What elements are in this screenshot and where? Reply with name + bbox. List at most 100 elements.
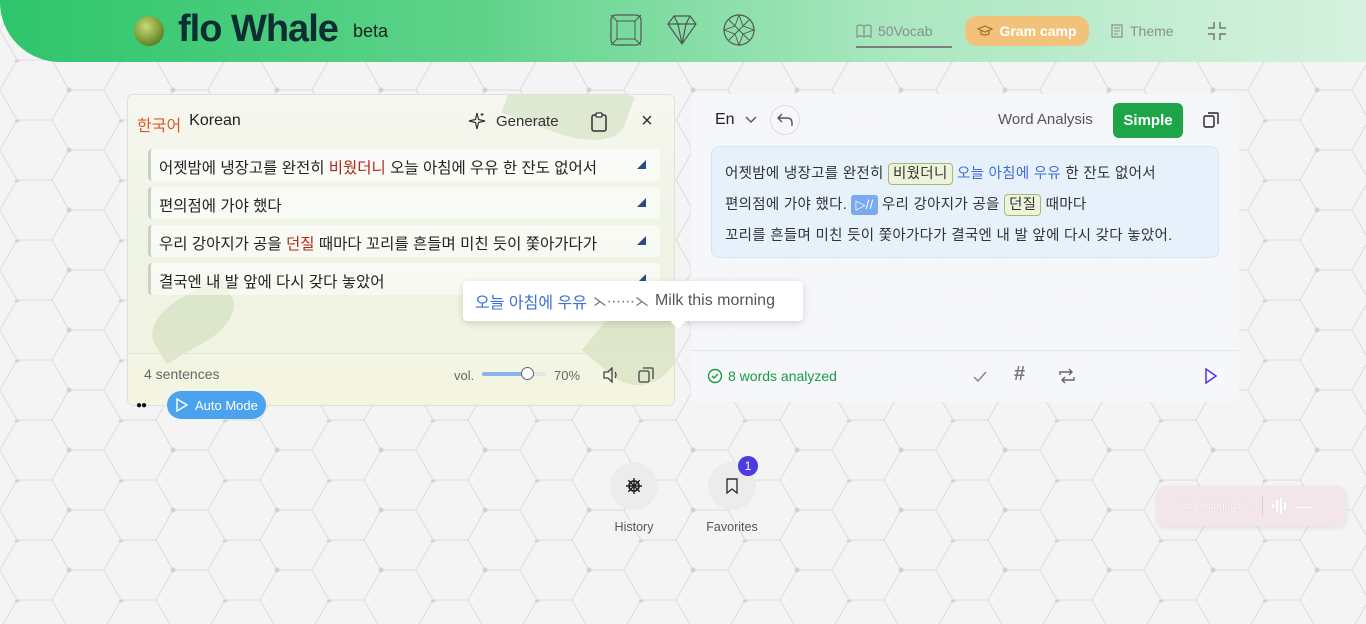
sentence-text: 결국엔 내 발 앞에 다시 갖다 놓았어	[159, 274, 385, 291]
auto-mode-button[interactable]: Auto Mode	[167, 391, 266, 419]
analysis-text: 어젯밤에 냉장고를 완전히 비웠더니 오늘 아침에 우유 한 잔도 없어서 편의…	[711, 146, 1219, 258]
source-panel: 한국어 Korean Generate × 어젯밤에 냉장고를 완전히 비웠더니…	[127, 94, 675, 406]
code-recognizer-widget[interactable]: Code Recognizer... —	[1157, 486, 1346, 526]
vocab-underline	[856, 46, 952, 48]
undo-button[interactable]	[770, 105, 800, 135]
bookmark-icon	[726, 478, 738, 494]
round-gem-icon[interactable]	[721, 12, 757, 48]
pause-marker[interactable]: ▷//	[851, 195, 878, 215]
diamond-gem-icon[interactable]	[664, 12, 700, 48]
check-icon[interactable]	[972, 369, 988, 385]
clipboard-icon[interactable]	[590, 112, 608, 132]
sentence-count: 4 sentences	[144, 366, 220, 382]
sentence-text: 오늘 아침에 우유 한 잔도 없어서	[385, 160, 598, 177]
copy-icon[interactable]	[1203, 112, 1219, 128]
favorites-label: Favorites	[706, 520, 758, 534]
expand-corner-icon[interactable]	[637, 160, 646, 169]
favorites-badge: 1	[738, 456, 758, 476]
check-circle-icon	[707, 368, 723, 384]
sentence-text: 편의점에 가야 했다	[159, 198, 282, 215]
translation-tooltip: 오늘 아침에 우유 ⋋⋯⋯⋋ Milk this morning	[463, 281, 803, 321]
logo-icon	[134, 16, 164, 46]
generate-button[interactable]: Generate	[468, 112, 559, 130]
sentence-row[interactable]: 우리 강아지가 공을 던질 때마다 꼬리를 흔들며 미친 듯이 쫓아가다가	[148, 225, 660, 257]
sentence-text: 어젯밤에 냉장고를 완전히	[159, 160, 329, 177]
expand-corner-icon[interactable]	[637, 236, 646, 245]
minimize-icon[interactable]: —	[1297, 498, 1311, 514]
speaker-icon[interactable]	[602, 367, 620, 383]
divider	[1262, 496, 1264, 516]
word-chip[interactable]: 비웠더니	[888, 163, 953, 185]
expand-corner-icon[interactable]	[637, 198, 646, 207]
history-circle[interactable]	[610, 462, 658, 510]
volume-slider[interactable]	[482, 367, 546, 380]
analysis-status-text: 8 words analyzed	[728, 368, 837, 384]
sentence-row[interactable]: 편의점에 가야 했다	[148, 187, 660, 219]
auto-mode-label: Auto Mode	[195, 397, 258, 413]
graduation-cap-icon	[977, 25, 994, 36]
history-button[interactable]: History	[604, 462, 664, 534]
language-name: Korean	[189, 112, 241, 129]
favorites-circle[interactable]: 1	[708, 456, 758, 510]
word-analysis-tab[interactable]: Word Analysis	[998, 111, 1093, 128]
hashtag-icon[interactable]: #	[1014, 363, 1025, 386]
target-language-select[interactable]: En	[715, 111, 757, 129]
app-header: flo Whale beta 50Vocab Gram camp Theme	[0, 0, 1366, 62]
chevron-down-icon	[745, 116, 757, 123]
highlighted-word[interactable]: 비웠더니	[329, 160, 386, 177]
sentence-text: 우리 강아지가 공을	[159, 236, 286, 253]
target-language: En	[715, 111, 735, 128]
history-label: History	[614, 520, 654, 534]
vocab-button[interactable]: 50Vocab	[846, 16, 952, 48]
sentence-row[interactable]: 어젯밤에 냉장고를 완전히 비웠더니 오늘 아침에 우유 한 잔도 없어서	[148, 149, 660, 181]
theme-button[interactable]: Theme	[1100, 16, 1190, 46]
code-recognizer-label: Code Recognizer...	[1169, 500, 1255, 512]
sentence-text: 때마다 꼬리를 흔들며 미친 듯이 쫓아가다가	[314, 236, 598, 253]
play-icon[interactable]	[1204, 368, 1218, 384]
sound-wave-icon[interactable]	[1271, 496, 1289, 516]
analysis-status: 8 words analyzed	[707, 368, 837, 384]
highlighted-word[interactable]: 던질	[286, 236, 315, 253]
close-icon[interactable]: ×	[638, 111, 656, 131]
analysis-panel: En Word Analysis Simple 어젯밤에 냉장고를 완전히 비웠…	[691, 94, 1239, 402]
analysis-footer: 8 words analyzed #	[691, 350, 1239, 402]
play-icon	[176, 398, 189, 412]
collapse-icon[interactable]	[1206, 20, 1228, 42]
volume-percent: 70%	[554, 368, 581, 383]
analysis-text-span: 어젯밤에 냉장고를 완전히	[725, 166, 889, 182]
tooltip-translation: Milk this morning	[654, 292, 775, 309]
language-native: 한국어	[137, 118, 182, 135]
analysis-text-span: 편의점에 가야 했다.	[725, 197, 852, 213]
simple-tab[interactable]: Simple	[1113, 103, 1183, 138]
tooltip-source: 오늘 아침에 우유	[475, 295, 587, 312]
generate-label: Generate	[496, 112, 559, 130]
sparkle-icon	[468, 112, 486, 130]
volume-thumb[interactable]	[520, 367, 534, 380]
analysis-text-span: 때마다	[1041, 197, 1087, 213]
tooltip-arrow: ⋋⋯⋯⋋	[592, 292, 649, 309]
eyes-icon: ●●	[136, 400, 147, 411]
square-gem-icon[interactable]	[608, 12, 644, 48]
favorites-button[interactable]: 1 Favorites	[702, 456, 762, 534]
document-icon	[1111, 24, 1123, 38]
analysis-line: 어젯밤에 냉장고를 완전히 비웠더니 오늘 아침에 우유 한 잔도 없어서	[725, 159, 1205, 190]
ship-wheel-icon	[626, 478, 642, 494]
source-language[interactable]: 한국어 Korean	[137, 112, 241, 136]
analysis-text-span: 우리 강아지가 공을	[877, 197, 1004, 213]
logo-text: flo Whale	[178, 8, 339, 50]
gram-camp-button[interactable]: Gram camp	[965, 16, 1089, 46]
beta-label: beta	[353, 21, 389, 41]
repeat-icon[interactable]	[1058, 368, 1076, 384]
copy-icon[interactable]	[638, 367, 654, 383]
undo-icon	[777, 113, 793, 126]
vocab-label: 50Vocab	[878, 23, 933, 39]
theme-label: Theme	[1130, 23, 1174, 39]
phrase-link[interactable]: 오늘 아침에 우유	[957, 166, 1061, 182]
volume-label: vol.	[454, 368, 475, 383]
word-chip[interactable]: 던질	[1004, 194, 1042, 216]
analysis-line: 편의점에 가야 했다. ▷// 우리 강아지가 공을 던질 때마다	[725, 190, 1205, 221]
analysis-text-span: 한 잔도 없어서	[1061, 166, 1156, 182]
book-icon	[856, 24, 872, 38]
analysis-line: 꼬리를 흔들며 미친 듯이 쫓아가다가 결국엔 내 발 앞에 다시 갖다 놓았어…	[725, 228, 1173, 244]
gram-camp-label: Gram camp	[999, 23, 1077, 39]
